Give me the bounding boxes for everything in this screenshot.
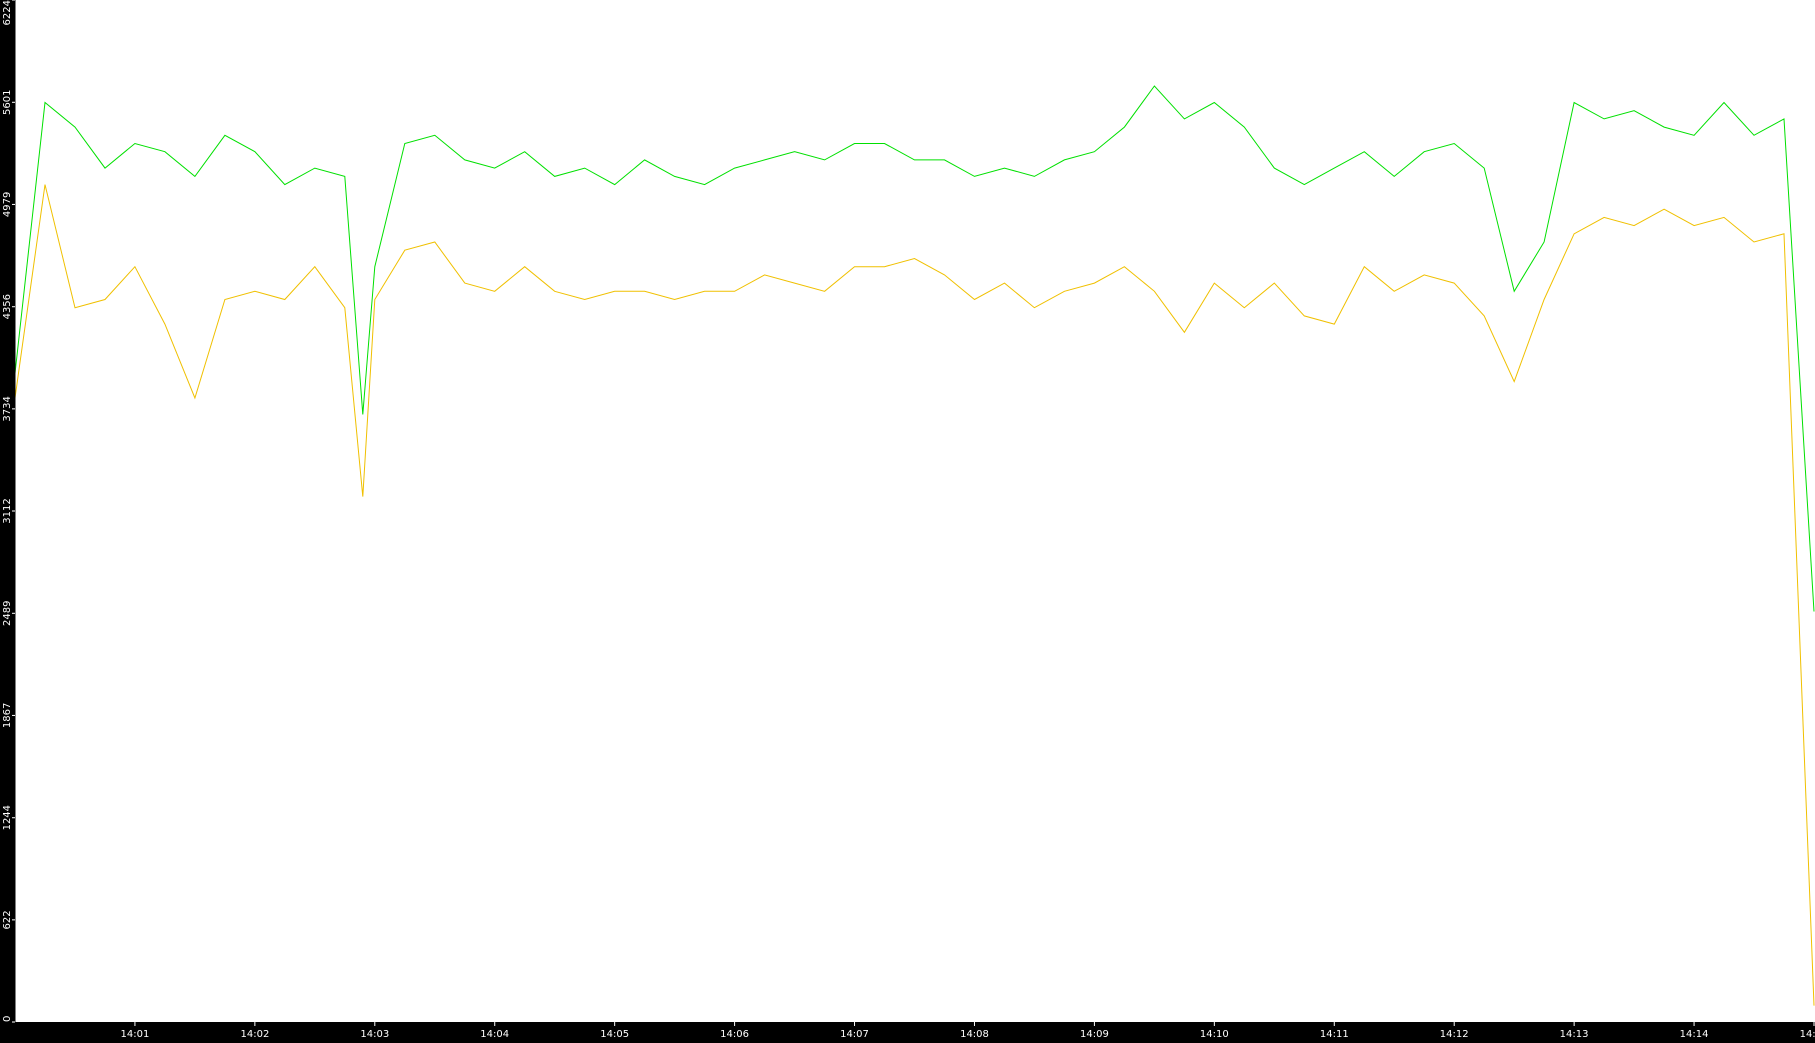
chart-svg: 0 622 1244 1867 2489 3112 3734 4356 4979 5601 6224…: [2, 0, 1815, 1040]
x-tick-label: 14:04: [480, 1029, 509, 1039]
plot-background: [15, 0, 1815, 1022]
y-tick-label: 4356: [2, 294, 13, 319]
y-tick-label: 1244: [2, 805, 13, 830]
x-tick-label: 14:05: [600, 1029, 629, 1039]
x-tick-label: 14:06: [720, 1029, 749, 1039]
x-tick-label: 14:09: [1080, 1029, 1109, 1039]
x-tick-label: 14:15: [1800, 1029, 1815, 1039]
x-tick-label: 14:07: [840, 1029, 869, 1039]
y-tick-label: 2489: [2, 601, 13, 626]
x-tick-label: 14:13: [1560, 1029, 1589, 1039]
x-tick-label: 14:10: [1200, 1029, 1229, 1039]
y-tick-label: 1867: [2, 703, 13, 728]
x-tick-label: 14:14: [1680, 1029, 1709, 1039]
y-tick-label: 6224: [2, 0, 13, 25]
chart: 0 622 1244 1867 2489 3112 3734 4356 4979 5601 6224…: [0, 0, 1815, 1040]
y-tick-label: 0: [2, 1016, 13, 1022]
x-tick-label: 14:02: [240, 1029, 269, 1039]
x-tick-label: 14:01: [120, 1029, 149, 1039]
y-axis: 0 622 1244 1867 2489 3112 3734 4356 4979 5601 6224: [2, 0, 16, 1023]
y-tick-label: 5601: [2, 90, 13, 115]
x-tick-label: 14:03: [360, 1029, 389, 1039]
x-axis: 14:01 14:02 14:03 14:04 14:05 14:06 14:07 14:08…: [15, 1022, 1815, 1040]
y-tick-label: 3112: [2, 498, 13, 523]
y-tick-label: 4979: [2, 192, 13, 217]
y-tick-label: 3734: [2, 396, 13, 421]
y-tick-label: 622: [2, 910, 13, 929]
x-tick-label: 14:11: [1320, 1029, 1349, 1039]
x-tick-label: 14:12: [1440, 1029, 1469, 1039]
x-tick-label: 14:08: [960, 1029, 989, 1039]
